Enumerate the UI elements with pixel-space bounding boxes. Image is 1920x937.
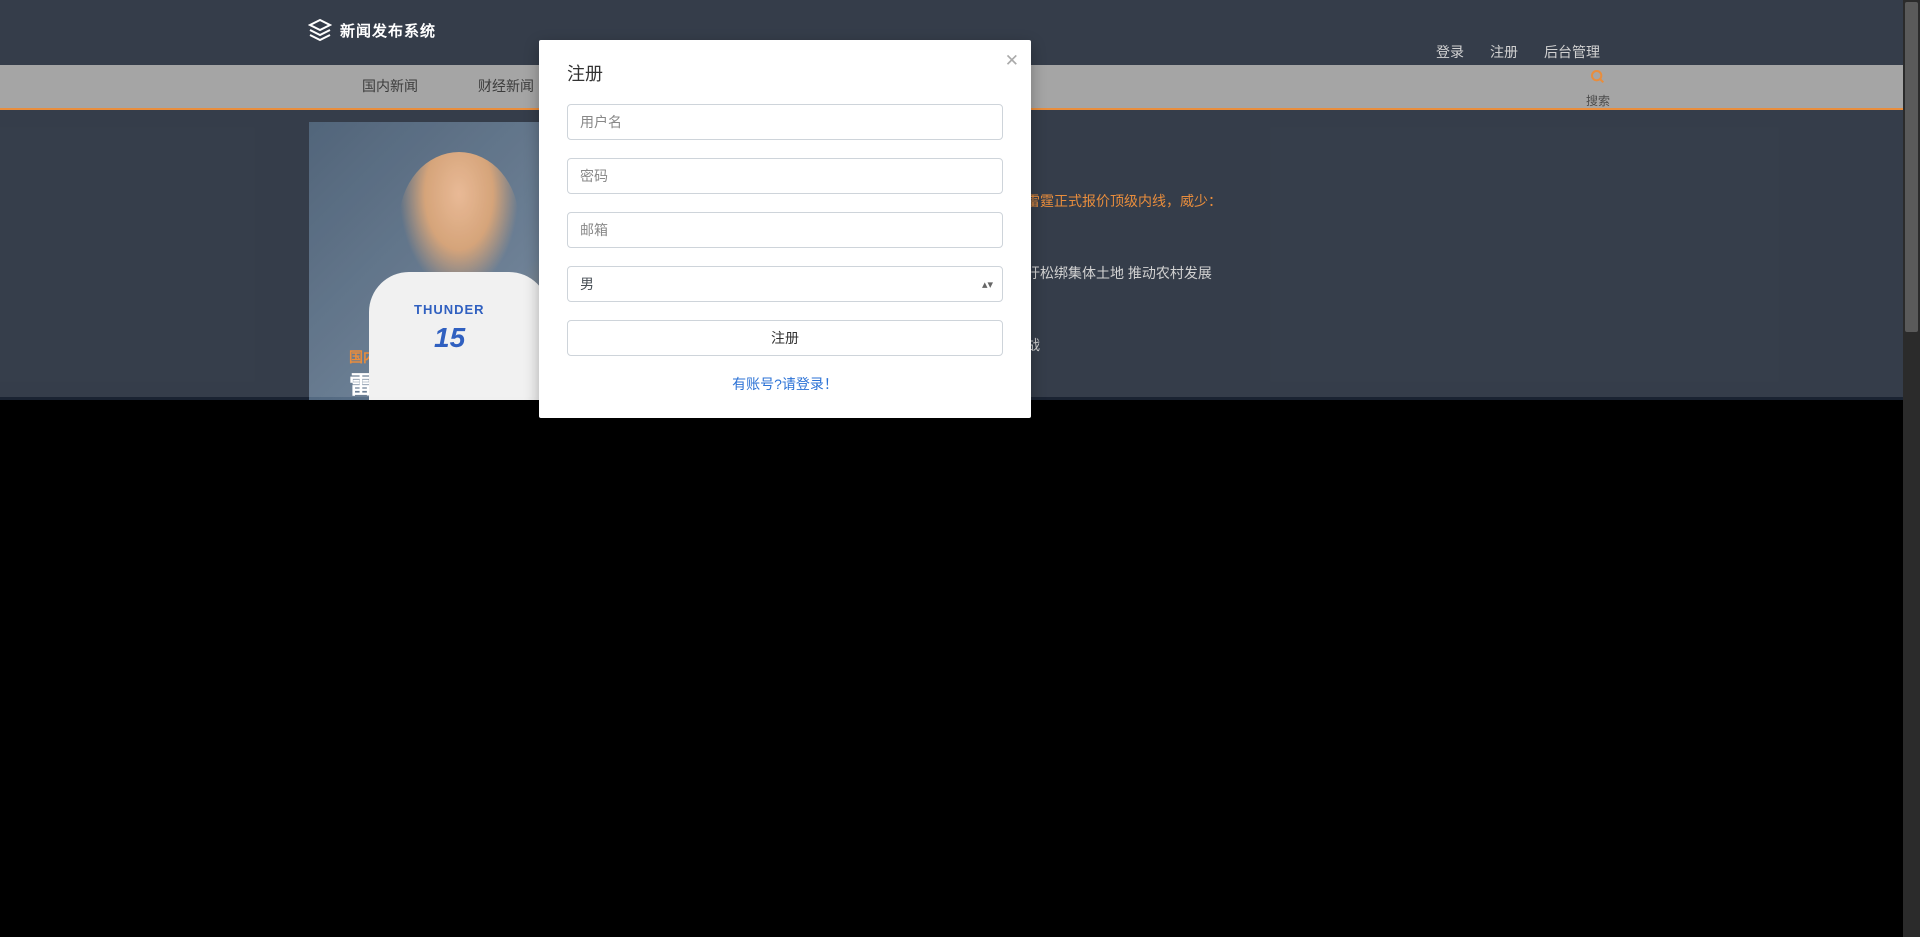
- submit-button[interactable]: 注册: [567, 320, 1003, 356]
- modal-title: 注册: [567, 60, 1003, 86]
- gender-select[interactable]: 男: [567, 266, 1003, 302]
- password-input[interactable]: [567, 158, 1003, 194]
- email-input[interactable]: [567, 212, 1003, 248]
- username-input[interactable]: [567, 104, 1003, 140]
- goto-login-link[interactable]: 有账号?请登录！: [732, 376, 838, 392]
- scrollbar-vertical[interactable]: [1903, 0, 1920, 937]
- close-icon[interactable]: ✕: [1005, 52, 1019, 69]
- jersey-team: THUNDER: [414, 302, 485, 317]
- jersey-number: 15: [434, 322, 465, 354]
- register-modal: ✕ 注册 男 ▴▾ 注册 有账号?请登录！: [539, 40, 1031, 418]
- scrollbar-thumb[interactable]: [1905, 2, 1918, 332]
